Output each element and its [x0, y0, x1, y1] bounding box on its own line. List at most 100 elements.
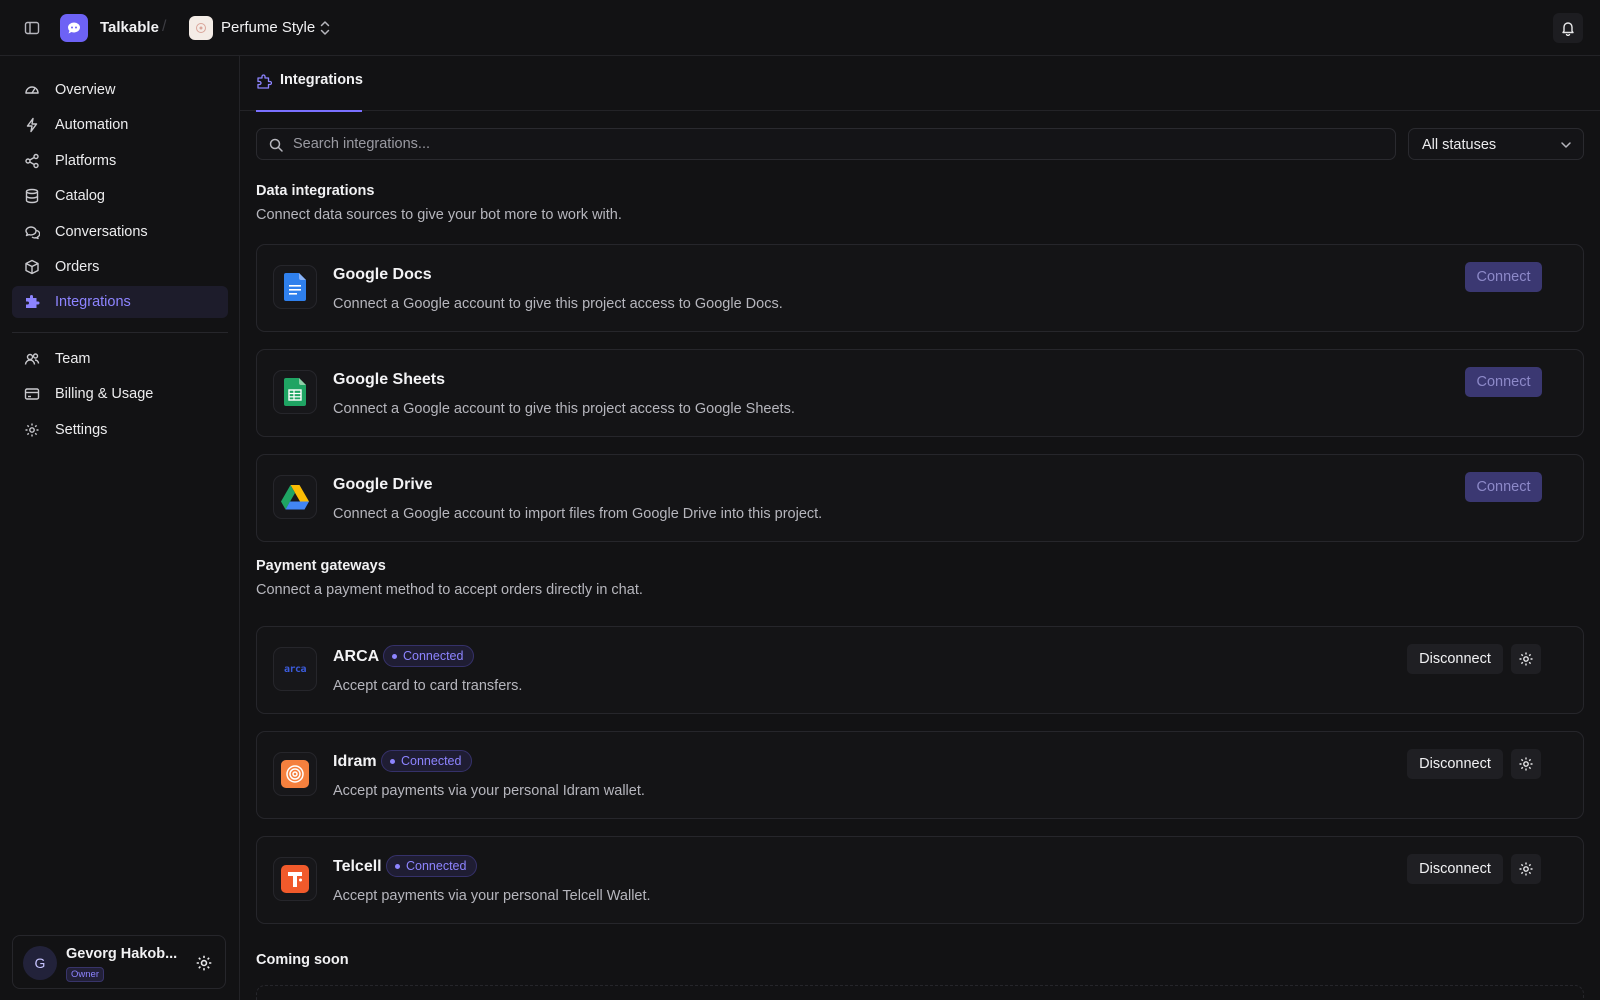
integration-card-google-docs: Google Docs Connect a Google account to …	[256, 244, 1584, 332]
section-title-coming-soon: Coming soon	[256, 952, 349, 968]
gauge-icon	[24, 82, 40, 98]
sidebar-item-label: Orders	[55, 259, 100, 275]
sidebar-item-team[interactable]: Team	[12, 343, 228, 375]
section-title-data: Data integrations	[256, 183, 375, 199]
status-badge: Connected	[381, 750, 473, 772]
sidebar-divider	[12, 332, 228, 333]
tab-integrations[interactable]: Integrations	[256, 72, 363, 112]
gear-icon[interactable]	[1511, 854, 1541, 884]
coming-soon-card	[256, 985, 1584, 1000]
sidebar-item-integrations[interactable]: Integrations	[12, 286, 228, 318]
sidebar-item-label: Overview	[55, 82, 116, 98]
sidebar-item-label: Catalog	[55, 188, 105, 204]
integration-description: Connect a Google account to give this pr…	[333, 401, 795, 417]
user-settings-gear-icon[interactable]	[195, 954, 213, 972]
database-icon	[24, 188, 40, 204]
payment-card-telcell: Telcell Connected Accept payments via yo…	[256, 836, 1584, 924]
section-title-payment: Payment gateways	[256, 558, 386, 574]
sidebar-item-automation[interactable]: Automation	[12, 109, 228, 141]
main-content: Integrations All statuses Data integrati…	[240, 56, 1600, 1000]
card-icon	[24, 386, 40, 402]
google-docs-icon	[273, 265, 317, 309]
gear-icon[interactable]	[1511, 749, 1541, 779]
chat-icon	[24, 224, 40, 240]
puzzle-icon	[24, 294, 40, 310]
sidebar-item-label: Platforms	[55, 153, 117, 169]
sidebar-item-label: Automation	[55, 117, 129, 133]
connect-button[interactable]: Connect	[1465, 367, 1542, 397]
integration-card-google-sheets: Google Sheets Connect a Google account t…	[256, 349, 1584, 437]
sidebar-item-platforms[interactable]: Platforms	[12, 145, 228, 177]
tabs-bar: Integrations	[240, 56, 1600, 112]
disconnect-button[interactable]: Disconnect	[1407, 854, 1503, 884]
user-card[interactable]: G Gevorg Hakob... Owner	[12, 935, 226, 989]
sidebar: Overview Automation Platforms Catalog Co…	[0, 56, 240, 1000]
gear-icon	[24, 422, 40, 438]
integration-card-google-drive: Google Drive Connect a Google account to…	[256, 454, 1584, 542]
arca-logo-icon: arca	[273, 647, 317, 691]
gear-icon[interactable]	[1511, 644, 1541, 674]
integration-name: Idram	[333, 753, 377, 770]
section-description-payment: Connect a payment method to accept order…	[256, 582, 643, 598]
brand-name[interactable]: Talkable	[100, 19, 159, 36]
sidebar-item-orders[interactable]: Orders	[12, 251, 228, 283]
sidebar-toggle-icon[interactable]	[22, 18, 42, 38]
integration-name: Google Sheets	[333, 371, 446, 388]
puzzle-icon	[256, 74, 273, 90]
avatar[interactable]: G	[23, 946, 57, 980]
integration-description: Accept payments via your personal Idram …	[333, 783, 645, 799]
chevron-down-icon	[1559, 138, 1573, 152]
chevron-up-down-icon[interactable]	[318, 17, 332, 39]
sidebar-item-label: Settings	[55, 422, 108, 438]
sidebar-item-label: Integrations	[55, 294, 131, 310]
integration-description: Accept payments via your personal Telcel…	[333, 888, 651, 904]
share-icon	[24, 153, 40, 169]
search-box	[256, 128, 1396, 160]
sidebar-item-label: Team	[55, 351, 91, 367]
arca-logo-text: arca	[283, 663, 307, 675]
connect-button[interactable]: Connect	[1465, 262, 1542, 292]
integration-description: Connect a Google account to import files…	[333, 506, 823, 522]
box-icon	[24, 259, 40, 275]
google-drive-icon	[273, 475, 317, 519]
sidebar-item-label: Conversations	[55, 224, 148, 240]
connect-button[interactable]: Connect	[1465, 472, 1542, 502]
status-filter-select[interactable]: All statuses	[1408, 128, 1584, 160]
users-icon	[24, 351, 40, 367]
sidebar-item-billing[interactable]: Billing & Usage	[12, 378, 228, 410]
project-logo-icon[interactable]	[189, 16, 213, 40]
sidebar-item-overview[interactable]: Overview	[12, 74, 228, 106]
integration-description: Connect a Google account to give this pr…	[333, 296, 783, 312]
status-filter-value: All statuses	[1422, 137, 1497, 153]
user-role-badge: Owner	[66, 967, 104, 982]
google-sheets-icon	[273, 370, 317, 414]
integration-name: Google Docs	[333, 266, 432, 283]
disconnect-button[interactable]: Disconnect	[1407, 749, 1503, 779]
project-selector-label[interactable]: Perfume Style	[221, 19, 315, 36]
brand-logo-icon[interactable]	[60, 14, 88, 42]
payment-card-idram: Idram Connected Accept payments via your…	[256, 731, 1584, 819]
sidebar-item-conversations[interactable]: Conversations	[12, 216, 228, 248]
search-input[interactable]	[293, 129, 1383, 159]
top-bar: Talkable / Perfume Style	[0, 0, 1600, 56]
tab-label: Integrations	[280, 72, 363, 88]
payment-card-arca: arca ARCA Connected Accept card to card …	[256, 626, 1584, 714]
section-description-data: Connect data sources to give your bot mo…	[256, 207, 622, 223]
integration-name: Telcell	[333, 858, 382, 875]
status-badge: Connected	[383, 645, 475, 667]
user-name: Gevorg Hakob...	[66, 946, 178, 962]
search-icon	[268, 137, 284, 153]
disconnect-button[interactable]: Disconnect	[1407, 644, 1503, 674]
sidebar-item-label: Billing & Usage	[55, 386, 154, 402]
status-badge: Connected	[386, 855, 478, 877]
telcell-logo-icon	[273, 857, 317, 901]
idram-logo-icon	[273, 752, 317, 796]
integration-name: ARCA	[333, 648, 380, 665]
sidebar-item-settings[interactable]: Settings	[12, 414, 228, 446]
integration-name: Google Drive	[333, 476, 433, 493]
integration-description: Accept card to card transfers.	[333, 678, 523, 694]
sidebar-item-catalog[interactable]: Catalog	[12, 180, 228, 212]
notifications-bell-icon[interactable]	[1553, 13, 1583, 43]
breadcrumb-separator: /	[162, 18, 167, 35]
bolt-icon	[24, 117, 40, 133]
